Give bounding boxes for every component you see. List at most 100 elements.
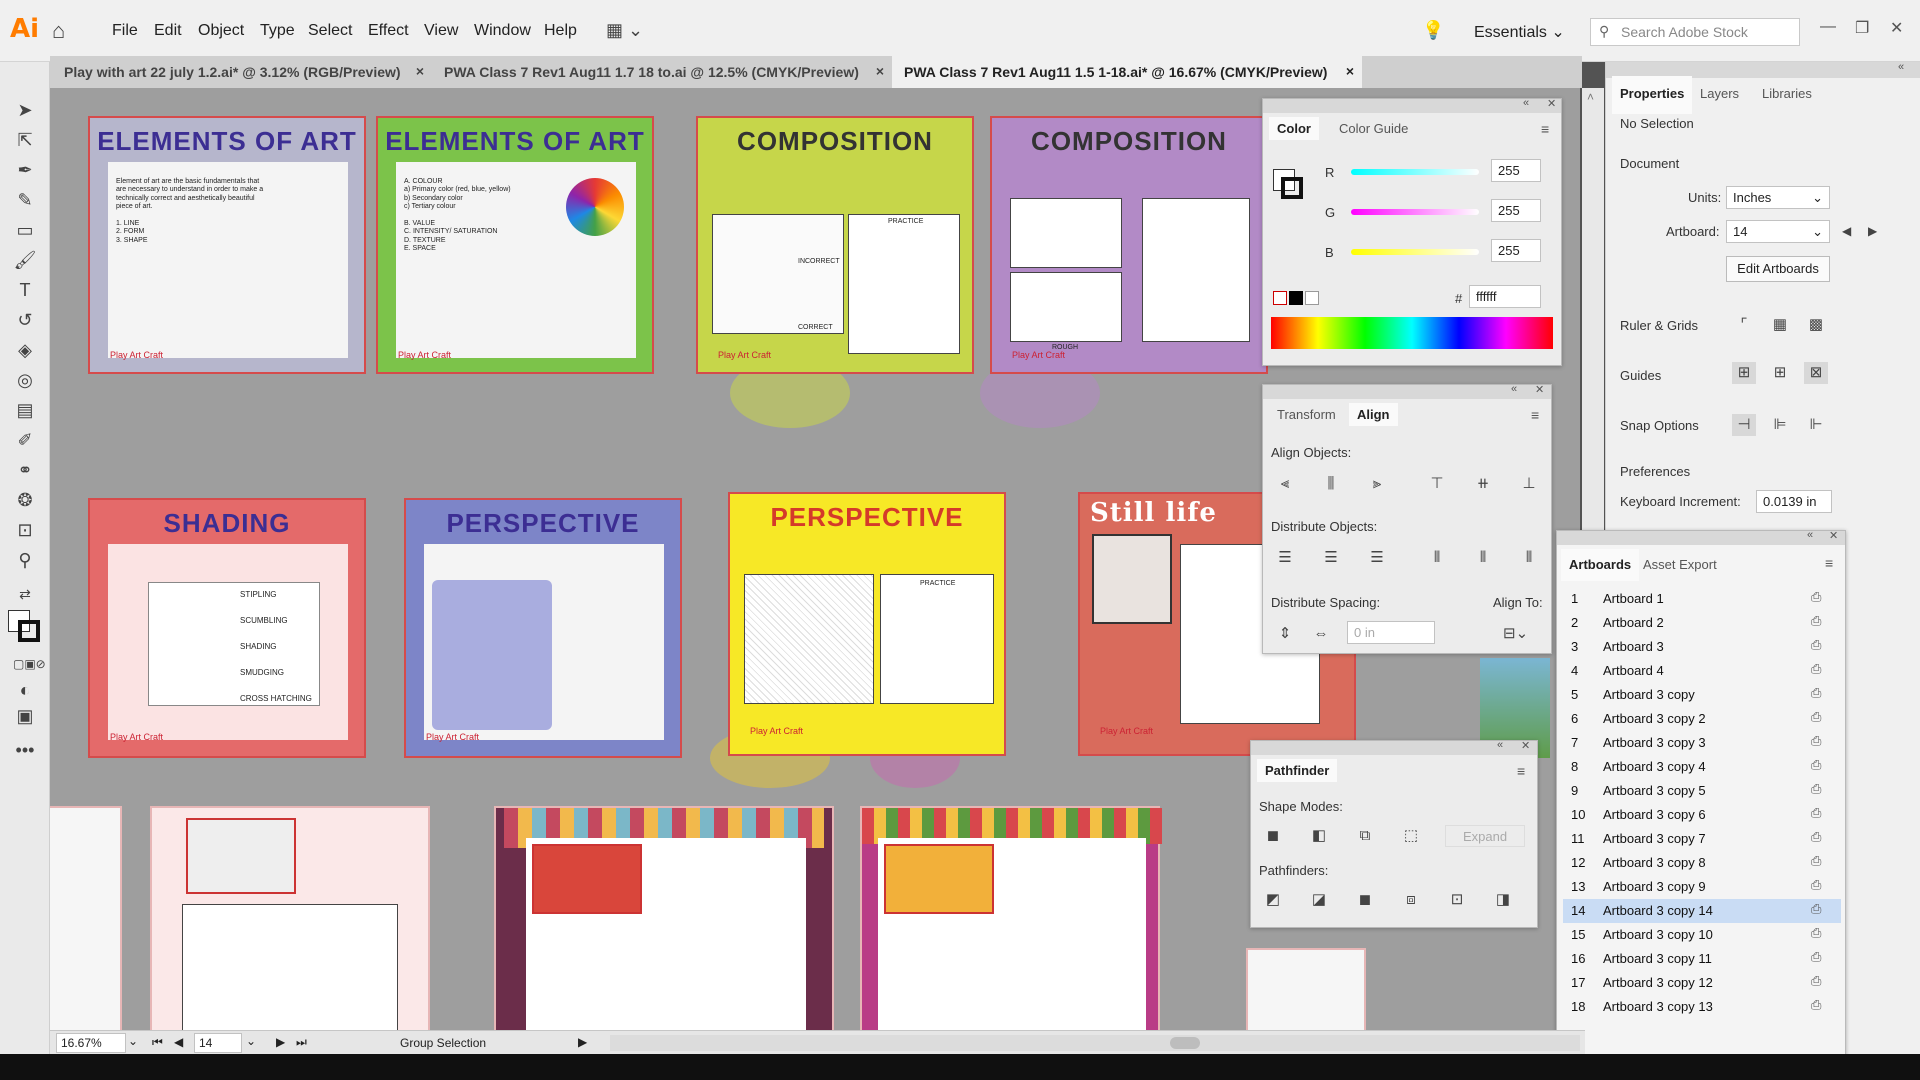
curvature-tool-icon[interactable]: ✎ xyxy=(13,188,37,212)
exclude-icon[interactable]: ⬚ xyxy=(1399,825,1423,847)
spacing-input[interactable]: 0 in xyxy=(1347,621,1435,644)
panel-header[interactable]: «✕ xyxy=(1251,739,1537,755)
artboard-row[interactable]: 18 Artboard 3 copy 13 ⎙ xyxy=(1563,995,1841,1019)
vertical-spacing-icon[interactable]: ⇕ xyxy=(1273,623,1297,645)
artboard-name[interactable]: Artboard 4 xyxy=(1603,663,1664,678)
outline-icon[interactable]: ⊡ xyxy=(1445,889,1469,911)
unite-icon[interactable]: ◼ xyxy=(1261,825,1285,847)
artboard-options-icon[interactable]: ⎙ xyxy=(1811,997,1821,1013)
app-logo[interactable]: Ai xyxy=(10,14,39,44)
symbol-sprayer-tool-icon[interactable]: ❂ xyxy=(13,488,37,512)
align-vcenter-icon[interactable]: ⧺ xyxy=(1471,473,1495,495)
artboard-name[interactable]: Artboard 3 copy 13 xyxy=(1603,999,1713,1014)
status-menu-icon[interactable]: ▶ xyxy=(578,1035,587,1049)
artboard-row[interactable]: 17 Artboard 3 copy 12 ⎙ xyxy=(1563,971,1841,995)
artboard-thumbnail-5[interactable]: SHADING STIPLING SCUMBLING SHADING SMUDG… xyxy=(88,498,366,758)
rectangle-tool-icon[interactable]: ▭ xyxy=(13,218,37,242)
scrollbar-thumb[interactable] xyxy=(1170,1037,1200,1049)
chevron-down-icon[interactable]: ⌄ xyxy=(128,1034,138,1048)
artboard-thumbnail-2[interactable]: ELEMENTS OF ART A. COLOUR a) Primary colo… xyxy=(376,116,654,374)
stroke-swatch[interactable] xyxy=(18,620,40,642)
r-input[interactable]: 255 xyxy=(1491,159,1541,182)
draw-mode-icon[interactable]: ◐ xyxy=(13,678,37,702)
artboard-name[interactable]: Artboard 3 copy 11 xyxy=(1603,951,1712,966)
paintbrush-tool-icon[interactable]: 🖌 xyxy=(13,248,37,272)
b-slider[interactable] xyxy=(1351,249,1479,255)
units-select[interactable]: Inches ⌄ xyxy=(1726,186,1830,209)
previous-artboard-icon[interactable]: ◀ xyxy=(1842,224,1851,238)
artboard-nav-field[interactable]: 14 xyxy=(194,1033,242,1053)
artboard-options-icon[interactable]: ⎙ xyxy=(1811,829,1821,845)
artboard-options-icon[interactable]: ⎙ xyxy=(1811,877,1821,893)
artboard-row[interactable]: 15 Artboard 3 copy 10 ⎙ xyxy=(1563,923,1841,947)
edit-artboards-button[interactable]: Edit Artboards xyxy=(1726,256,1830,282)
b-input[interactable]: 255 xyxy=(1491,239,1541,262)
show-guides-icon[interactable]: ⊞ xyxy=(1732,362,1756,384)
distribute-vcenter-icon[interactable]: ☰ xyxy=(1319,547,1343,569)
none-swatch[interactable] xyxy=(1273,291,1287,305)
artboard-options-icon[interactable]: ⎙ xyxy=(1811,637,1821,653)
collapse-icon[interactable]: « xyxy=(1523,97,1529,109)
artboard-row[interactable]: 14 Artboard 3 copy 14 ⎙ xyxy=(1563,899,1841,923)
artboard-row[interactable]: 6 Artboard 3 copy 2 ⎙ xyxy=(1563,707,1841,731)
artboard-row[interactable]: 2 Artboard 2 ⎙ xyxy=(1563,611,1841,635)
panel-menu-icon[interactable]: ≡ xyxy=(1825,555,1833,571)
snap-to-point-icon[interactable]: ⊣ xyxy=(1732,414,1756,436)
tab-layers[interactable]: Layers xyxy=(1692,76,1747,114)
artboard-name[interactable]: Artboard 2 xyxy=(1603,615,1664,630)
selection-tool-icon[interactable]: ➤ xyxy=(13,98,37,122)
artboard-row[interactable]: 13 Artboard 3 copy 9 ⎙ xyxy=(1563,875,1841,899)
more-tools-icon[interactable]: ••• xyxy=(13,738,37,762)
artboard-row[interactable]: 12 Artboard 3 copy 8 ⎙ xyxy=(1563,851,1841,875)
search-stock-input[interactable]: ⚲ Search Adobe Stock xyxy=(1590,18,1800,46)
close-icon[interactable]: ✕ xyxy=(1535,383,1544,396)
align-to-dropdown-icon[interactable]: ⊟⌄ xyxy=(1503,623,1528,645)
keyboard-increment-input[interactable]: 0.0139 in xyxy=(1756,490,1832,513)
tab-properties[interactable]: Properties xyxy=(1612,76,1693,114)
artboard-thumbnail-13[interactable] xyxy=(150,806,430,1046)
artboard-select[interactable]: 14 ⌄ xyxy=(1726,220,1830,243)
next-artboard-icon[interactable]: ▶ xyxy=(276,1035,285,1049)
artboard-options-icon[interactable]: ⎙ xyxy=(1811,853,1821,869)
menu-file[interactable]: File xyxy=(112,22,138,40)
eraser-tool-icon[interactable]: ◈ xyxy=(13,338,37,362)
snap-to-pixel-icon[interactable]: ⊫ xyxy=(1768,414,1792,436)
align-left-icon[interactable]: ⫷ xyxy=(1273,473,1297,495)
pen-tool-icon[interactable]: ✒ xyxy=(13,158,37,182)
zoom-tool-icon[interactable]: ⚲ xyxy=(13,548,37,572)
artboard-options-icon[interactable]: ⎙ xyxy=(1811,757,1821,773)
collapse-icon[interactable]: « xyxy=(1898,61,1904,73)
stroke-swatch[interactable] xyxy=(1281,177,1303,199)
merge-icon[interactable]: ◼ xyxy=(1353,889,1377,911)
g-slider[interactable] xyxy=(1351,209,1479,215)
artboard-tool-icon[interactable]: ⊡ xyxy=(13,518,37,542)
ruler-icon[interactable]: ⌜ xyxy=(1732,314,1756,336)
tab-transform[interactable]: Transform xyxy=(1269,403,1344,426)
align-right-icon[interactable]: ⫸ xyxy=(1365,473,1389,495)
artboard-options-icon[interactable]: ⎙ xyxy=(1811,709,1821,725)
tab-color[interactable]: Color xyxy=(1269,117,1319,140)
artboard-options-icon[interactable]: ⎙ xyxy=(1811,733,1821,749)
panel-menu-icon[interactable]: ≡ xyxy=(1531,407,1539,423)
type-tool-icon[interactable]: T xyxy=(13,278,37,302)
horizontal-scrollbar[interactable] xyxy=(610,1035,1580,1051)
artboard-name[interactable]: Artboard 3 copy 10 xyxy=(1603,927,1713,942)
artboard-row[interactable]: 4 Artboard 4 ⎙ xyxy=(1563,659,1841,683)
artboard-options-icon[interactable]: ⎙ xyxy=(1811,925,1821,941)
artboard-options-icon[interactable]: ⎙ xyxy=(1811,661,1821,677)
artboard-name[interactable]: Artboard 3 copy 8 xyxy=(1603,855,1706,870)
horizontal-spacing-icon[interactable]: ⇔ xyxy=(1309,623,1333,645)
artboard-thumbnail-14[interactable] xyxy=(494,806,834,1046)
direct-selection-tool-icon[interactable]: ⇱ xyxy=(13,128,37,152)
tab-artboards[interactable]: Artboards xyxy=(1561,549,1640,581)
gradient-tool-icon[interactable]: ▤ xyxy=(13,398,37,422)
menu-effect[interactable]: Effect xyxy=(368,22,409,40)
grid-icon[interactable]: ▦ xyxy=(1768,314,1792,336)
menu-edit[interactable]: Edit xyxy=(154,22,182,40)
tab-libraries[interactable]: Libraries xyxy=(1754,76,1820,114)
artboard-options-icon[interactable]: ⎙ xyxy=(1811,589,1821,605)
g-input[interactable]: 255 xyxy=(1491,199,1541,222)
collapse-icon[interactable]: « xyxy=(1497,739,1503,751)
artboard-thumbnail-4[interactable]: COMPOSITION ROUGH Play Art Craft xyxy=(990,116,1268,374)
panel-header[interactable]: «✕ xyxy=(1263,383,1551,399)
